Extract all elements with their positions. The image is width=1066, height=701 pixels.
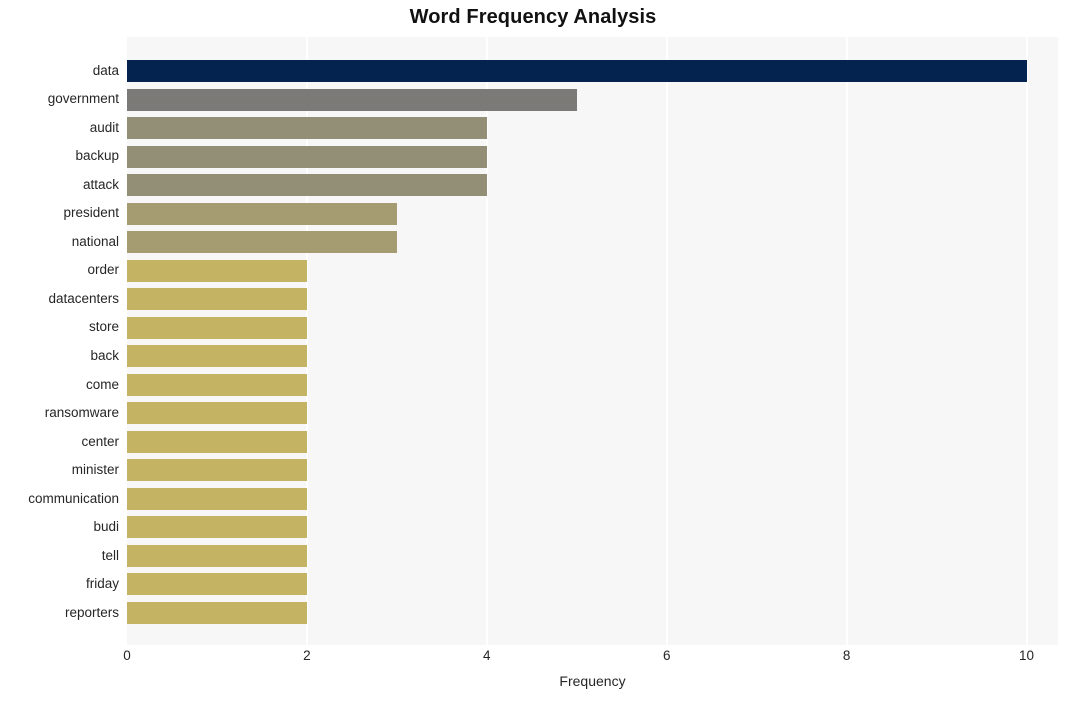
bar-reporters[interactable] — [127, 601, 307, 624]
y-axis-tick-labels: data government audit backup attack president… — [0, 37, 119, 645]
y-tick-label-backup: backup — [75, 148, 119, 164]
x-axis-tick-labels: 0 2 4 6 8 10 — [0, 648, 1066, 670]
bar-row — [127, 399, 1058, 428]
x-tick-label-4: 4 — [483, 648, 491, 663]
bar-row — [127, 199, 1058, 228]
bar-row — [127, 313, 1058, 342]
y-tick-label-datacenters: datacenters — [48, 290, 119, 306]
bar-attack[interactable] — [127, 174, 487, 197]
bar-row — [127, 142, 1058, 171]
y-tick-label-minister: minister — [71, 462, 119, 477]
y-tick-label-friday: friday — [85, 576, 119, 592]
bar-budi[interactable] — [127, 516, 307, 539]
y-tick-label-order: order — [87, 262, 119, 278]
bar-friday[interactable] — [127, 573, 307, 596]
bar-come[interactable] — [127, 373, 307, 396]
y-tick-label-come: come — [85, 376, 119, 392]
y-tick-label-center: center — [81, 433, 119, 449]
bar-back[interactable] — [127, 345, 307, 368]
bars-container — [127, 37, 1058, 645]
x-tick-label-10: 10 — [1019, 648, 1035, 663]
bar-communication[interactable] — [127, 487, 307, 510]
y-tick-label-tell: tell — [101, 547, 119, 563]
bar-row — [127, 57, 1058, 86]
plot-area — [127, 37, 1058, 645]
bar-row — [127, 228, 1058, 257]
bar-center[interactable] — [127, 430, 307, 453]
bar-row — [127, 485, 1058, 514]
bar-row — [127, 285, 1058, 314]
y-tick-label-data: data — [92, 62, 119, 78]
bar-national[interactable] — [127, 231, 397, 254]
y-tick-label-attack: attack — [82, 176, 119, 192]
bar-backup[interactable] — [127, 145, 487, 168]
bar-datacenters[interactable] — [127, 288, 307, 311]
bar-row — [127, 114, 1058, 143]
bar-government[interactable] — [127, 88, 577, 111]
bar-ransomware[interactable] — [127, 402, 307, 425]
x-tick-label-2: 2 — [303, 648, 311, 663]
bar-row — [127, 542, 1058, 571]
chart-title: Word Frequency Analysis — [409, 6, 657, 28]
bar-data[interactable] — [127, 60, 1027, 83]
y-tick-label-store: store — [88, 319, 119, 335]
y-tick-label-president: president — [63, 205, 119, 221]
bar-row — [127, 371, 1058, 400]
x-tick-label-0: 0 — [123, 648, 131, 663]
bar-row — [127, 456, 1058, 485]
bar-row — [127, 342, 1058, 371]
y-tick-label-audit: audit — [89, 119, 119, 135]
bar-row — [127, 256, 1058, 285]
x-tick-label-8: 8 — [842, 648, 851, 663]
y-tick-label-ransomware: ransomware — [44, 405, 119, 420]
bar-store[interactable] — [127, 316, 307, 339]
bar-audit[interactable] — [127, 117, 487, 140]
x-tick-label-6: 6 — [662, 648, 671, 663]
y-tick-label-national: national — [71, 233, 119, 249]
bar-row — [127, 85, 1058, 114]
y-tick-label-communication: communication — [28, 490, 119, 506]
y-tick-label-budi: budi — [93, 519, 119, 535]
bar-row — [127, 171, 1058, 200]
bar-order[interactable] — [127, 259, 307, 282]
bar-president[interactable] — [127, 202, 397, 225]
y-tick-label-back: back — [90, 347, 119, 363]
y-tick-label-reporters: reporters — [64, 604, 119, 620]
bar-tell[interactable] — [127, 544, 307, 567]
bar-row — [127, 428, 1058, 457]
bar-minister[interactable] — [127, 459, 307, 482]
bar-row — [127, 570, 1058, 599]
x-axis-title: Frequency — [559, 673, 626, 689]
bar-row — [127, 599, 1058, 628]
y-tick-label-government: government — [47, 91, 119, 107]
bar-row — [127, 513, 1058, 542]
